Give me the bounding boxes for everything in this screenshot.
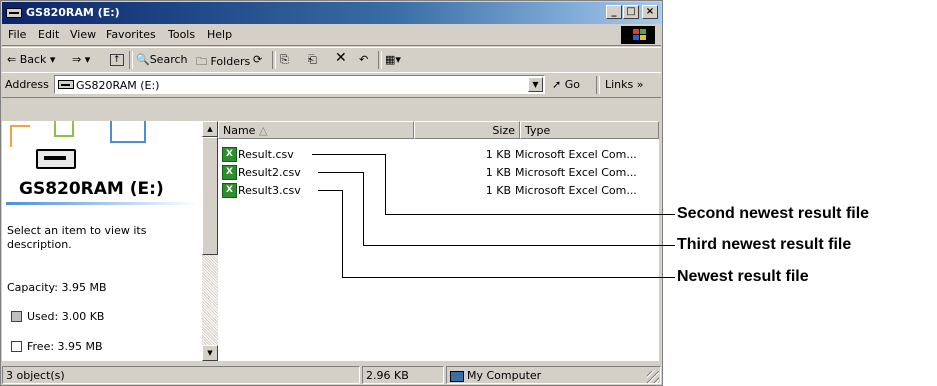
file-row[interactable]: X Result.csv 1 KB Microsoft Excel Com... xyxy=(218,147,659,163)
explorer-window: GS820RAM (E:) _ □ × File Edit View Favor… xyxy=(0,0,663,386)
file-size: 1 KB xyxy=(485,148,511,161)
file-name: Result2.csv xyxy=(238,166,301,179)
drive-title: GS820RAM (E:) xyxy=(19,179,164,199)
menu-tools[interactable]: Tools xyxy=(168,28,195,41)
file-size: 1 KB xyxy=(485,184,511,197)
leader-line xyxy=(342,277,675,278)
item-description: Select an item to view its description. xyxy=(7,224,147,251)
leader-line xyxy=(312,154,385,155)
file-name: Result.csv xyxy=(238,148,294,161)
file-type: Microsoft Excel Com... xyxy=(515,166,637,179)
history-icon[interactable]: ⟳ xyxy=(253,53,262,66)
leader-line xyxy=(318,172,363,173)
file-row[interactable]: X Result2.csv 1 KB Microsoft Excel Com..… xyxy=(218,165,659,181)
leader-line xyxy=(385,214,675,215)
standard-toolbar: ⇐ Back ▾ ⇒ ▾ ↑ 🔍Search 🗀 Folders ⟳ ⎘ ⎗ ✕… xyxy=(2,47,661,73)
status-zone: My Computer xyxy=(446,366,661,384)
address-label: Address xyxy=(5,78,49,91)
folders-label: Folders xyxy=(210,55,251,68)
window-title: GS820RAM (E:) xyxy=(26,6,120,19)
column-header-size[interactable]: Size xyxy=(414,121,520,139)
address-input[interactable]: GS820RAM (E:) ▼ xyxy=(54,75,545,94)
used-text: Used: 3.00 KB xyxy=(27,310,105,323)
excel-file-icon: X xyxy=(222,165,237,180)
status-size: 2.96 KB xyxy=(362,366,444,384)
address-value: GS820RAM (E:) xyxy=(76,79,160,92)
leader-line xyxy=(363,172,364,246)
capacity-text: Capacity: 3.95 MB xyxy=(7,281,107,294)
close-button[interactable]: × xyxy=(642,5,658,19)
search-label: Search xyxy=(149,53,188,66)
file-type: Microsoft Excel Com... xyxy=(515,148,637,161)
folders-button[interactable]: 🗀 Folders xyxy=(196,53,250,72)
forward-button[interactable]: ⇒ ▾ xyxy=(72,53,90,66)
status-bar: 3 object(s) 2.96 KB My Computer xyxy=(2,365,661,385)
scroll-up-button[interactable]: ▲ xyxy=(202,121,218,137)
back-button[interactable]: ⇐ Back ▾ xyxy=(7,53,55,66)
links-button[interactable]: Links » xyxy=(605,78,644,91)
up-folder-icon[interactable]: ↑ xyxy=(110,54,124,66)
maximize-button[interactable]: □ xyxy=(623,5,639,19)
column-header-type[interactable]: Type xyxy=(520,121,659,139)
free-text: Free: 3.95 MB xyxy=(27,340,103,353)
drive-icon xyxy=(58,80,74,89)
copy-to-icon[interactable]: ⎗ xyxy=(308,53,317,67)
menu-file[interactable]: File xyxy=(8,28,26,41)
file-type: Microsoft Excel Com... xyxy=(515,184,637,197)
menu-favorites[interactable]: Favorites xyxy=(106,28,156,41)
menu-help[interactable]: Help xyxy=(207,28,232,41)
scroll-thumb[interactable] xyxy=(202,137,218,255)
leader-line xyxy=(318,190,342,191)
drive-large-icon xyxy=(36,149,76,169)
menu-edit[interactable]: Edit xyxy=(38,28,59,41)
address-bar: Address GS820RAM (E:) ▼ ➚ Go Links » xyxy=(2,72,661,98)
file-row[interactable]: X Result3.csv 1 KB Microsoft Excel Com..… xyxy=(218,183,659,199)
callout-second-newest: Second newest result file xyxy=(677,205,870,222)
my-computer-icon xyxy=(450,370,464,382)
callout-newest: Newest result file xyxy=(677,268,809,285)
title-bar[interactable]: GS820RAM (E:) _ □ × xyxy=(2,2,661,24)
minimize-button[interactable]: _ xyxy=(606,5,622,19)
windows-logo-icon xyxy=(621,26,655,44)
menu-view[interactable]: View xyxy=(70,28,96,41)
resize-grip[interactable] xyxy=(647,371,659,383)
excel-file-icon: X xyxy=(222,183,237,198)
free-swatch xyxy=(11,341,22,352)
address-dropdown-button[interactable]: ▼ xyxy=(528,77,543,92)
move-to-icon[interactable]: ⎘ xyxy=(280,53,289,67)
column-header-name[interactable]: Name △ xyxy=(218,121,414,139)
leader-line xyxy=(363,245,675,246)
excel-file-icon: X xyxy=(222,147,237,162)
task-pane-scrollbar[interactable]: ▲ ▼ xyxy=(202,121,218,361)
undo-icon[interactable]: ↶ xyxy=(359,53,368,66)
leader-line xyxy=(342,190,343,278)
search-button[interactable]: 🔍Search xyxy=(136,53,188,66)
file-list: Name △ Size Type X Result.csv 1 KB Micro… xyxy=(218,121,659,361)
menu-bar: File Edit View Favorites Tools Help xyxy=(2,25,661,46)
scroll-down-button[interactable]: ▼ xyxy=(202,345,218,361)
go-button[interactable]: ➚ Go xyxy=(552,78,580,91)
used-swatch xyxy=(11,311,22,322)
status-object-count: 3 object(s) xyxy=(2,366,360,384)
file-size: 1 KB xyxy=(485,166,511,179)
views-icon[interactable]: ▦▾ xyxy=(385,53,401,66)
delete-icon[interactable]: ✕ xyxy=(335,50,347,66)
callout-third-newest: Third newest result file xyxy=(677,236,852,253)
file-name: Result3.csv xyxy=(238,184,301,197)
task-pane: GS820RAM (E:) Select an item to view its… xyxy=(2,121,202,361)
leader-line xyxy=(385,154,386,215)
drive-icon xyxy=(6,8,22,18)
